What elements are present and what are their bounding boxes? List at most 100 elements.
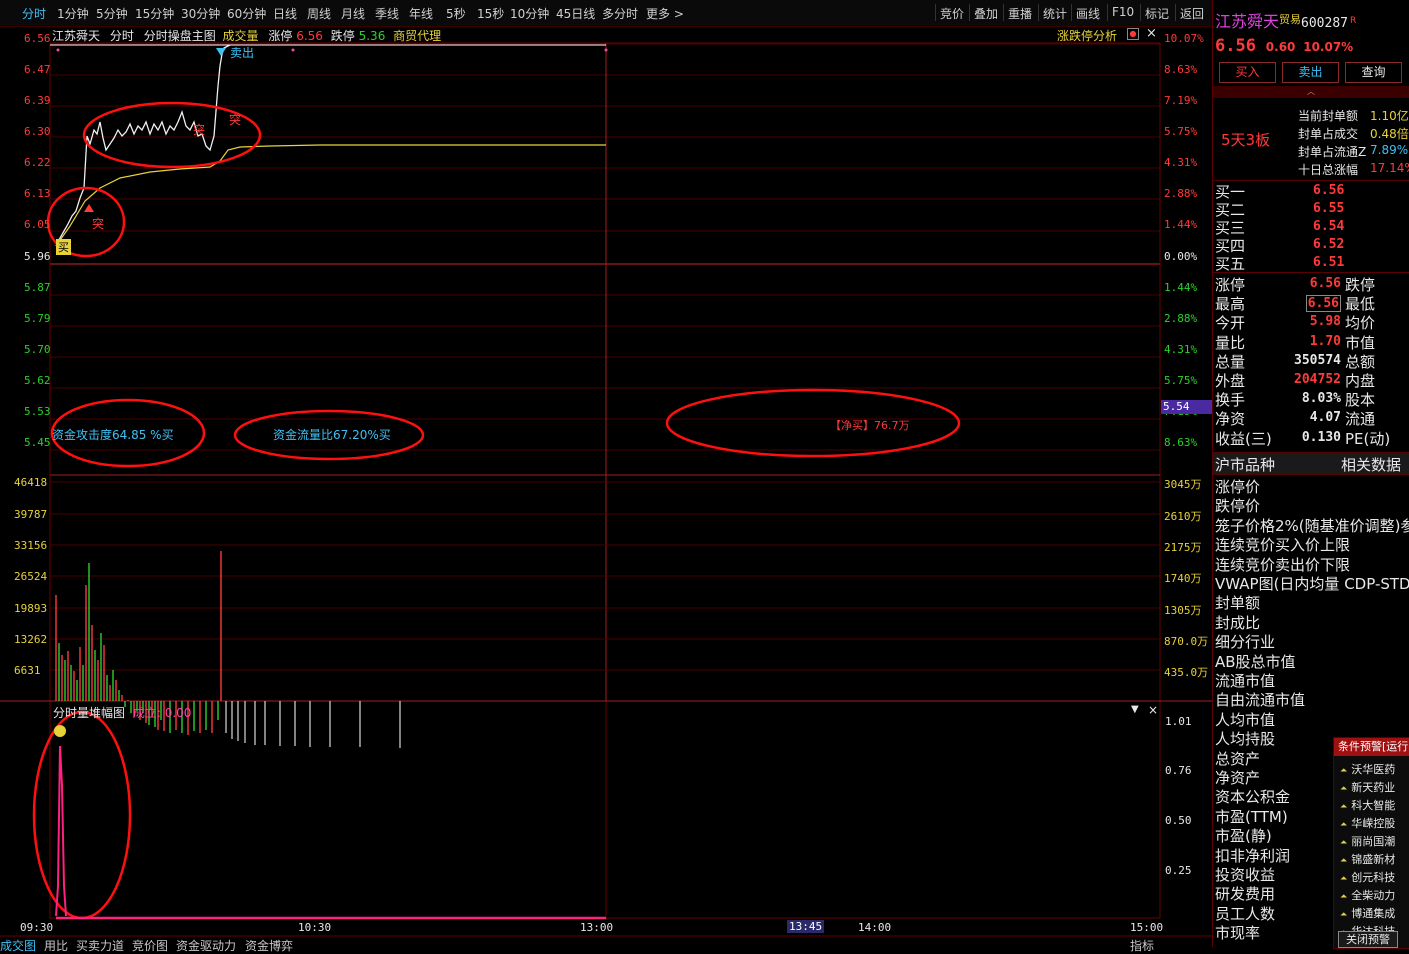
percent-axis-label: 8.63% xyxy=(1164,436,1198,449)
alert-item[interactable]: ⏶ 科大智能 xyxy=(1340,797,1395,813)
percent-axis-label: 4.31% xyxy=(1164,156,1198,169)
info-row-label: 流通市值 xyxy=(1215,672,1276,690)
settings-icon[interactable]: ● xyxy=(1127,28,1139,40)
stat-value: 0.130 xyxy=(1301,429,1341,445)
stat-label-2: 股本 xyxy=(1345,391,1376,410)
info-row-label: VWAP图(日内均量 CDP-STD等 xyxy=(1215,575,1409,593)
period-tab[interactable]: 30分钟 xyxy=(181,5,220,22)
percent-axis-label: 1.44% xyxy=(1164,281,1198,294)
limit-up-value: 6.56 xyxy=(296,29,323,43)
stat-value: 204752 xyxy=(1294,372,1341,387)
bottom-tab[interactable]: 买卖力道 xyxy=(76,937,124,954)
section-right[interactable]: 相关数据 xyxy=(1341,454,1401,475)
period-tab[interactable]: 分时 xyxy=(22,5,46,22)
stat-label: 最高 xyxy=(1215,295,1246,314)
indicator-tab[interactable]: 指标 xyxy=(1130,937,1154,954)
collapse-bar[interactable]: ︿ xyxy=(1213,86,1409,98)
toolbar-right-button[interactable]: F10 xyxy=(1112,5,1134,19)
alert-item[interactable]: ⏶ 锦盛新材 xyxy=(1340,851,1395,867)
alert-item-name: 锦盛新材 xyxy=(1351,853,1396,866)
period-tab[interactable]: 5秒 xyxy=(446,5,466,22)
volume-axis-label: 6631 xyxy=(14,664,41,677)
price-axis-label: 5.53 xyxy=(24,405,51,418)
price-axis-label: 6.05 xyxy=(24,218,51,231)
stat-label: 今开 xyxy=(1215,314,1246,333)
toolbar-right-button[interactable]: 画线 xyxy=(1076,5,1100,22)
alert-item[interactable]: ⏶ 博通集成 xyxy=(1340,905,1395,921)
double-chevron-up-icon: ⏶ xyxy=(1340,766,1348,776)
period-tab[interactable]: 多分时 xyxy=(602,5,638,22)
toolbar-right-button[interactable]: 统计 xyxy=(1043,5,1067,22)
bottom-tab[interactable]: 竞价图 xyxy=(132,937,168,954)
stock-name: 江苏舜天 xyxy=(52,29,101,43)
section-title[interactable]: 沪市品种 xyxy=(1215,454,1275,475)
toolbar-right-button[interactable]: 标记 xyxy=(1145,5,1169,22)
period-tab[interactable]: 15分钟 xyxy=(135,5,174,22)
period-tab[interactable]: 10分钟 xyxy=(510,5,549,22)
sub-chart-dropdown-icon[interactable]: ▼ xyxy=(1131,704,1139,715)
info-row-label: 涨停价 xyxy=(1215,478,1261,496)
query-button[interactable]: 查询 xyxy=(1345,62,1402,83)
toolbar-right-button[interactable]: 叠加 xyxy=(974,5,998,22)
period-tab[interactable]: 日线 xyxy=(273,5,297,22)
period-tab[interactable]: 15秒 xyxy=(477,5,504,22)
sell-button[interactable]: 卖出 xyxy=(1282,62,1339,83)
bottom-tab[interactable]: 用比 xyxy=(44,937,68,954)
alert-title: 条件预警[运行 xyxy=(1334,738,1409,756)
toolbar-right-button[interactable]: 竞价 xyxy=(940,5,964,22)
percent-axis-label: 8.63% xyxy=(1164,63,1198,76)
chart-header: 江苏舜天 分时 分时操盘主图 成交量 涨停 6.56 跌停 5.36 商贸代理 xyxy=(52,27,441,44)
stat-value: 4.07 xyxy=(1309,410,1341,426)
price-axis-label: 5.79 xyxy=(24,312,51,325)
toolbar-right-button[interactable]: 重播 xyxy=(1008,5,1032,22)
period-tab[interactable]: 60分钟 xyxy=(227,5,266,22)
sub-axis-label: 0.76 xyxy=(1165,764,1192,777)
period-tab[interactable]: 5分钟 xyxy=(96,5,128,22)
sub-axis-label: 0.50 xyxy=(1165,814,1192,827)
close-alert-button[interactable]: 关闭预警 xyxy=(1338,931,1398,948)
highlight-ellipse xyxy=(665,388,961,458)
alert-item[interactable]: ⏶ 全柴动力 xyxy=(1340,887,1395,903)
bottom-tab[interactable]: 资金驱动力 xyxy=(176,937,236,954)
alert-item-name: 丽尚国潮 xyxy=(1351,835,1396,848)
double-chevron-up-icon: ⏶ xyxy=(1340,910,1348,920)
close-icon[interactable]: × xyxy=(1146,26,1157,41)
price-axis-label: 6.22 xyxy=(24,156,51,169)
period-tab[interactable]: 周线 xyxy=(307,5,331,22)
tu-signal-label-2: 突 xyxy=(193,123,206,137)
period-tab[interactable]: 年线 xyxy=(409,5,433,22)
alert-item[interactable]: ⏶ 沃华医药 xyxy=(1340,761,1395,777)
bid-price: 6.56 xyxy=(1313,183,1345,198)
alert-item-name: 全柴动力 xyxy=(1351,889,1396,902)
sub-chart-spike xyxy=(55,745,67,917)
alert-item[interactable]: ⏶ 丽尚国潮 xyxy=(1340,833,1395,849)
percent-axis-label: 4.31% xyxy=(1164,343,1198,356)
period-tab[interactable]: 1分钟 xyxy=(57,5,89,22)
buy-button[interactable]: 买入 xyxy=(1219,62,1276,83)
limit-analysis-button[interactable]: 涨跌停分析 xyxy=(1057,27,1117,44)
alert-item[interactable]: ⏶ 华嵘控股 xyxy=(1340,815,1395,831)
alert-item[interactable]: ⏶ 创元科技 xyxy=(1340,869,1395,885)
divider xyxy=(1071,4,1072,21)
sub-chart-close-icon[interactable]: × xyxy=(1148,703,1158,717)
info-row-label: AB股总市值 xyxy=(1215,652,1296,671)
period-tab[interactable]: 季线 xyxy=(375,5,399,22)
stat-label: 净资 xyxy=(1215,410,1246,429)
main-chart-label[interactable]: 分时操盘主图 xyxy=(144,29,216,43)
bid-price: 6.54 xyxy=(1313,219,1345,234)
price-axis-label: 5.96 xyxy=(24,250,51,263)
percent-axis-label: 0.00% xyxy=(1164,250,1198,263)
bottom-tab[interactable]: 成交图 xyxy=(0,937,36,954)
sub-chart-title[interactable]: 分时量堆幅图 xyxy=(53,706,125,720)
period-tab[interactable]: 45日线 xyxy=(556,5,595,22)
money-bag-icon xyxy=(54,725,66,737)
volume-axis-label: 39787 xyxy=(14,508,48,521)
alert-item[interactable]: ⏶ 新天药业 xyxy=(1340,779,1395,795)
period-tab[interactable]: 月线 xyxy=(341,5,365,22)
toolbar-right-button[interactable]: 返回 xyxy=(1180,5,1204,22)
period-tab[interactable]: 更多 > xyxy=(646,5,684,22)
bid-price: 6.52 xyxy=(1313,237,1345,252)
stat-label-2: 均价 xyxy=(1345,314,1376,333)
bottom-tab[interactable]: 资金博弈 xyxy=(245,937,293,954)
chevron-up-icon: ︿ xyxy=(1307,87,1315,96)
